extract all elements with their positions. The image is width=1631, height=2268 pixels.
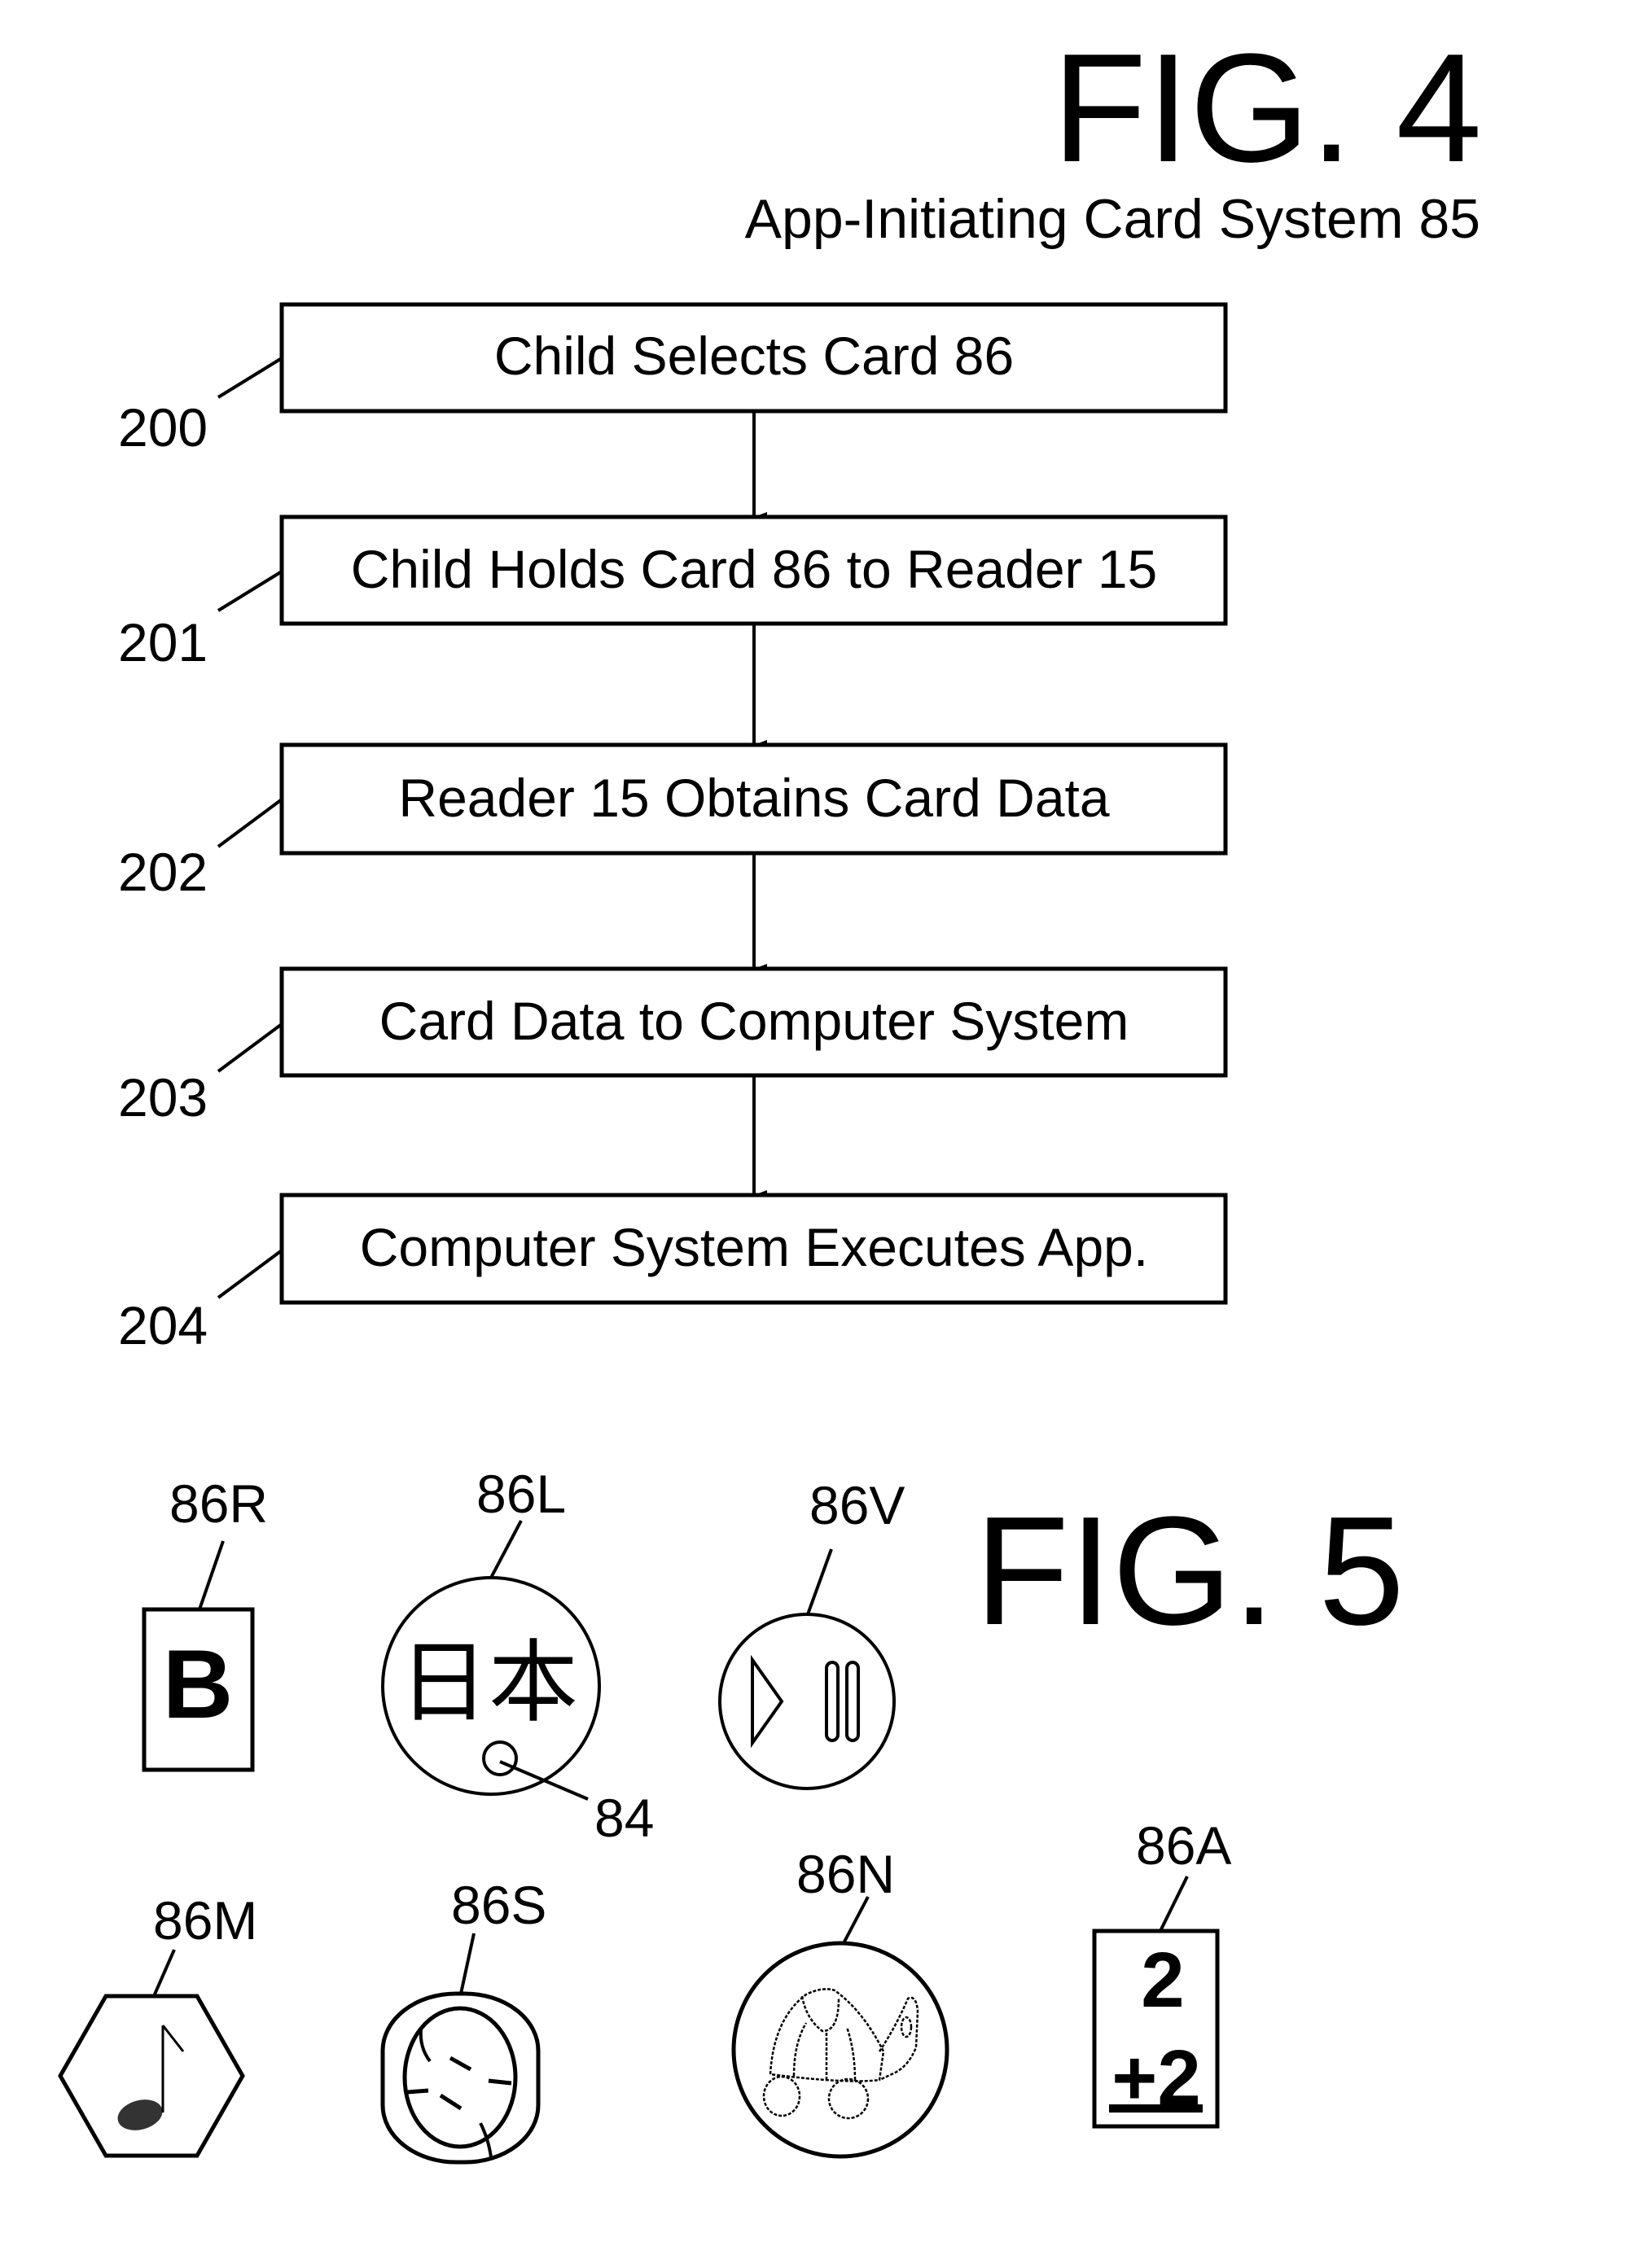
- card-shape-hexagon: [58, 1994, 245, 2158]
- kanji-icon: 日本: [399, 1633, 578, 1733]
- step-ref: 200: [118, 397, 208, 458]
- card-86S: 86S: [380, 1875, 546, 2165]
- step-label: Card Data to Computer System: [379, 991, 1129, 1051]
- card-shape-circle: [718, 1613, 896, 1790]
- card-ref: 86L: [476, 1464, 566, 1524]
- card-86V: 86V: [718, 1475, 905, 1790]
- leader-line: [217, 357, 283, 399]
- step-ref: 204: [118, 1295, 208, 1355]
- card-ref: 86V: [809, 1475, 905, 1535]
- fig5-title: FIG. 5: [975, 1485, 1405, 1657]
- leader-line: [217, 1249, 283, 1299]
- step-ref: 203: [118, 1067, 208, 1127]
- letter-b-icon: B: [163, 1630, 234, 1739]
- step-ref: 202: [118, 842, 208, 902]
- fig4-title: FIG. 4: [1052, 22, 1482, 195]
- leader-line: [217, 1022, 283, 1073]
- step-label: Computer System Executes App.: [360, 1217, 1148, 1277]
- leader-line: [152, 1949, 176, 1997]
- card-86A: 86A 2 +2: [1092, 1815, 1231, 2129]
- flow-step-202: Reader 15 Obtains Card Data 202: [118, 742, 1228, 902]
- leader-line: [198, 1540, 225, 1610]
- flow-step-203: Card Data to Computer System 203: [118, 966, 1228, 1127]
- card-86M: 86M: [58, 1890, 257, 2158]
- leader-line: [1159, 1876, 1189, 1932]
- flow-step-201: Child Holds Card 86 to Reader 15 201: [118, 514, 1228, 672]
- step-label: Child Holds Card 86 to Reader 15: [351, 539, 1158, 599]
- card-86N: 86N: [731, 1844, 949, 2159]
- card-ref: 86A: [1136, 1815, 1231, 1876]
- patent-figure-canvas: FIG. 4 App-Initiating Card System 85 Chi…: [58, 22, 1482, 2165]
- flow-step-200: Child Selects Card 86 200: [118, 302, 1228, 458]
- card-86L: 86L 日本 84: [381, 1464, 654, 1848]
- flow-step-204: Computer System Executes App. 204: [118, 1193, 1228, 1355]
- addend-top: 2: [1141, 1937, 1184, 2024]
- leader-line: [217, 798, 283, 848]
- sum-underline: [1109, 2104, 1203, 2113]
- card-ref: 86N: [796, 1844, 895, 1904]
- step-label: Reader 15 Obtains Card Data: [398, 768, 1109, 828]
- fig4-subtitle: App-Initiating Card System 85: [745, 188, 1480, 250]
- leader-line: [217, 570, 283, 612]
- leader-line: [489, 1520, 523, 1578]
- leader-line: [806, 1548, 833, 1615]
- card-ref: 86S: [451, 1875, 546, 1935]
- step-label: Child Selects Card 86: [494, 326, 1014, 386]
- step-ref: 201: [118, 612, 208, 672]
- card-86R: 86R B: [142, 1473, 268, 1772]
- sub-ref: 84: [594, 1788, 654, 1848]
- leader-line: [459, 1933, 476, 1994]
- card-ref: 86M: [153, 1890, 257, 1951]
- flowchart: Child Selects Card 86 200 Child Holds Ca…: [118, 302, 1228, 1355]
- card-ref: 86R: [169, 1473, 268, 1534]
